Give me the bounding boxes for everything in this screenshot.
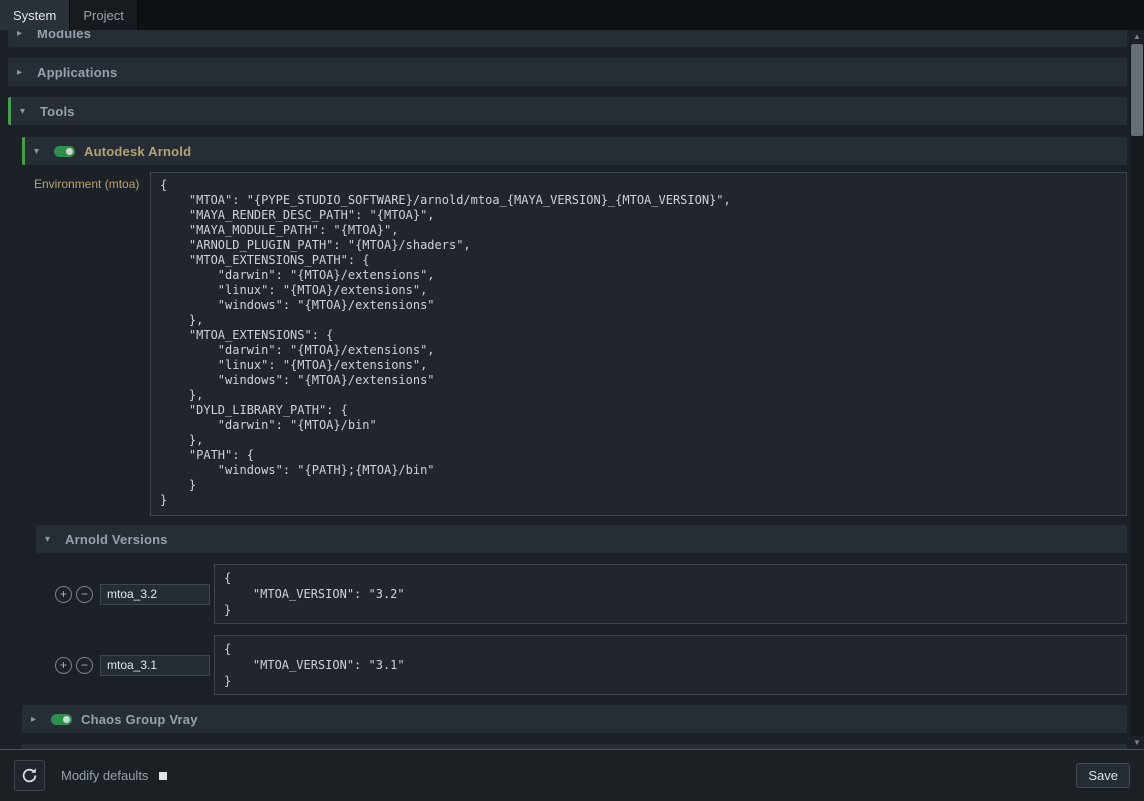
remove-item-button[interactable]: −	[76, 586, 93, 603]
version-key-input[interactable]	[100, 655, 210, 676]
tools-section-body: ▾ Autodesk Arnold Environment (mtoa) { "…	[22, 137, 1127, 749]
add-item-button[interactable]: +	[55, 657, 72, 674]
chevron-right-icon: ▸	[17, 67, 28, 78]
enabled-toggle[interactable]	[51, 714, 72, 725]
chevron-down-icon: ▾	[20, 106, 31, 117]
settings-panel: ▸ Modules ▸ Applications ▾ Tools ▾ Autod…	[0, 30, 1144, 749]
tab-system[interactable]: System	[0, 0, 70, 30]
version-json-editor[interactable]: { "MTOA_VERSION": "3.2" }	[214, 564, 1127, 624]
section-header-tools[interactable]: ▾ Tools	[8, 97, 1127, 125]
environment-field-row: Environment (mtoa) { "MTOA": "{PYPE_STUD…	[22, 172, 1127, 516]
section-title-autodesk-arnold: Autodesk Arnold	[84, 144, 191, 159]
vertical-scrollbar: ▲ ▼	[1130, 30, 1144, 749]
footer-bar: Modify defaults Save	[0, 749, 1144, 801]
chevron-right-icon: ▸	[17, 30, 28, 39]
section-title-chaos-group-vray: Chaos Group Vray	[81, 712, 198, 727]
enabled-toggle[interactable]	[54, 146, 75, 157]
section-header-modules[interactable]: ▸ Modules	[8, 30, 1127, 47]
tab-bar: System Project	[0, 0, 1144, 30]
version-key-input[interactable]	[100, 584, 210, 605]
scrollbar-thumb[interactable]	[1131, 44, 1143, 136]
scroll-up-icon[interactable]: ▲	[1130, 30, 1144, 43]
section-title-applications: Applications	[37, 65, 117, 80]
add-item-button[interactable]: +	[55, 586, 72, 603]
refresh-icon	[21, 767, 38, 784]
version-row: + − { "MTOA_VERSION": "3.2" }	[36, 564, 1127, 624]
arnold-section-body: Environment (mtoa) { "MTOA": "{PYPE_STUD…	[22, 172, 1127, 695]
arnold-versions-body: + − { "MTOA_VERSION": "3.2" } + − { "MTO…	[36, 564, 1127, 695]
tab-project-label: Project	[83, 8, 123, 23]
refresh-button[interactable]	[14, 760, 45, 791]
section-title-tools: Tools	[40, 104, 75, 119]
section-title-arnold-versions: Arnold Versions	[65, 532, 168, 547]
save-button[interactable]: Save	[1076, 763, 1130, 788]
chevron-right-icon: ▸	[31, 714, 42, 725]
chevron-down-icon: ▾	[34, 146, 45, 157]
tab-project[interactable]: Project	[70, 0, 137, 30]
section-title-modules: Modules	[37, 30, 91, 41]
remove-item-button[interactable]: −	[76, 657, 93, 674]
environment-json-editor[interactable]: { "MTOA": "{PYPE_STUDIO_SOFTWARE}/arnold…	[150, 172, 1127, 516]
version-json-editor[interactable]: { "MTOA_VERSION": "3.1" }	[214, 635, 1127, 695]
version-row: + − { "MTOA_VERSION": "3.1" }	[36, 635, 1127, 695]
chevron-down-icon: ▾	[45, 534, 56, 545]
section-header-chaos-group-vray[interactable]: ▸ Chaos Group Vray	[22, 705, 1127, 733]
tab-system-label: System	[13, 8, 56, 23]
scroll-down-icon[interactable]: ▼	[1130, 736, 1144, 749]
environment-label: Environment (mtoa)	[34, 172, 146, 516]
section-header-autodesk-arnold[interactable]: ▾ Autodesk Arnold	[22, 137, 1127, 165]
modify-defaults-checkbox[interactable]	[159, 772, 167, 780]
modify-defaults-label: Modify defaults	[61, 768, 148, 783]
section-header-arnold-versions[interactable]: ▾ Arnold Versions	[36, 525, 1127, 553]
section-header-applications[interactable]: ▸ Applications	[8, 58, 1127, 86]
